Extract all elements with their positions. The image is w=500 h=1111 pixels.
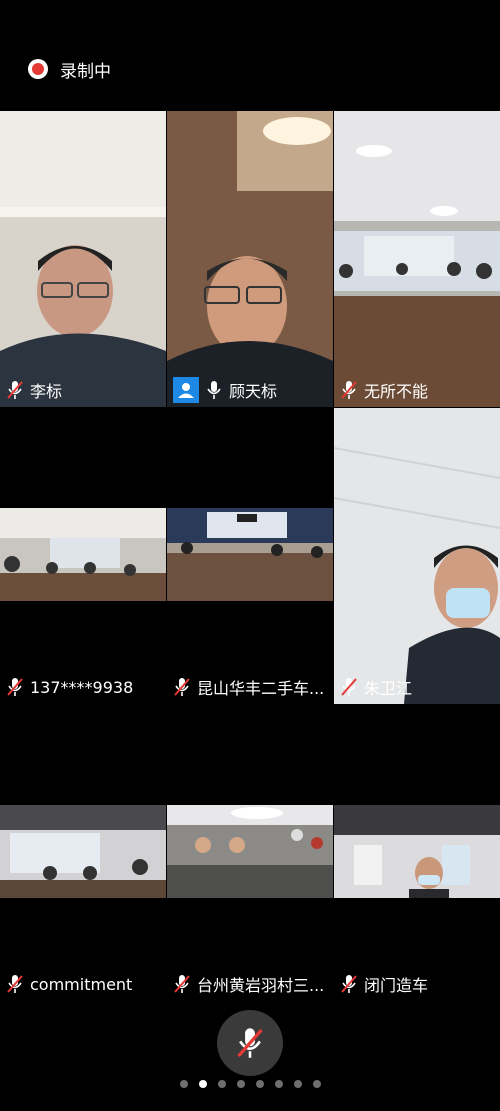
participant-name: 朱卫江: [364, 679, 413, 698]
participant-label: 137****9938: [6, 674, 133, 700]
mute-toggle-button[interactable]: [217, 1010, 283, 1076]
page-dot-4[interactable]: [236, 1080, 245, 1088]
participant-video: [167, 805, 333, 898]
video-tile-5[interactable]: 昆山华丰二手车...: [167, 408, 333, 704]
mic-muted-icon: [341, 381, 357, 399]
participant-label: 顾天标: [173, 377, 277, 403]
participant-name: 台州黄岩羽村三...: [197, 976, 325, 995]
video-tile-4[interactable]: 137****9938: [0, 408, 166, 704]
participant-video: [0, 111, 166, 407]
page-dot-1[interactable]: [179, 1080, 188, 1088]
video-tile-3[interactable]: 无所不能: [334, 111, 500, 407]
participant-name: 无所不能: [364, 382, 429, 401]
participant-label: 昆山华丰二手车...: [173, 674, 324, 700]
page-dot-8[interactable]: [312, 1080, 321, 1088]
mic-muted-icon: [174, 678, 190, 696]
participant-name: 李标: [30, 382, 63, 401]
mic-muted-icon: [174, 975, 190, 993]
participant-video: [334, 805, 500, 898]
page-indicator[interactable]: [0, 1080, 500, 1088]
page-dot-7[interactable]: [293, 1080, 302, 1088]
participant-video: [0, 805, 166, 898]
participant-name: 闭门造车: [364, 976, 429, 995]
page-dot-6[interactable]: [274, 1080, 283, 1088]
mic-muted-icon: [341, 678, 357, 696]
participant-video: [167, 111, 333, 407]
video-tile-6[interactable]: 朱卫江: [334, 408, 500, 704]
mic-icon: [207, 381, 221, 399]
video-tile-8[interactable]: 台州黄岩羽村三...: [167, 705, 333, 1001]
record-icon: [28, 59, 48, 79]
participant-label: 李标: [6, 377, 62, 403]
user-avatar-icon: [173, 377, 199, 403]
participant-video: [334, 408, 500, 704]
video-tile-2[interactable]: 顾天标: [167, 111, 333, 407]
participant-video: [167, 508, 333, 601]
mic-muted-icon: [341, 975, 357, 993]
video-tile-1[interactable]: 李标: [0, 111, 166, 407]
video-tile-7[interactable]: commitment: [0, 705, 166, 1001]
mic-muted-icon: [7, 678, 23, 696]
participant-label: 闭门造车: [340, 971, 428, 997]
page-dot-2[interactable]: [198, 1080, 207, 1088]
recording-indicator: 录制中: [28, 56, 111, 82]
mic-muted-icon: [7, 381, 23, 399]
participant-name: 137****9938: [30, 677, 134, 697]
participant-video: [334, 111, 500, 407]
participant-name: commitment: [30, 974, 133, 994]
video-tile-9[interactable]: 闭门造车: [334, 705, 500, 1001]
participant-name: 昆山华丰二手车...: [197, 679, 325, 698]
recording-label: 录制中: [60, 61, 111, 82]
participant-label: 无所不能: [340, 377, 428, 403]
participant-video: [0, 508, 166, 601]
participant-label: commitment: [6, 971, 132, 997]
page-dot-5[interactable]: [255, 1080, 264, 1088]
mic-muted-icon: [237, 1028, 263, 1058]
mic-muted-icon: [7, 975, 23, 993]
participant-label: 台州黄岩羽村三...: [173, 971, 324, 997]
page-dot-3[interactable]: [217, 1080, 226, 1088]
participant-label: 朱卫江: [340, 674, 412, 700]
participant-name: 顾天标: [229, 382, 278, 401]
